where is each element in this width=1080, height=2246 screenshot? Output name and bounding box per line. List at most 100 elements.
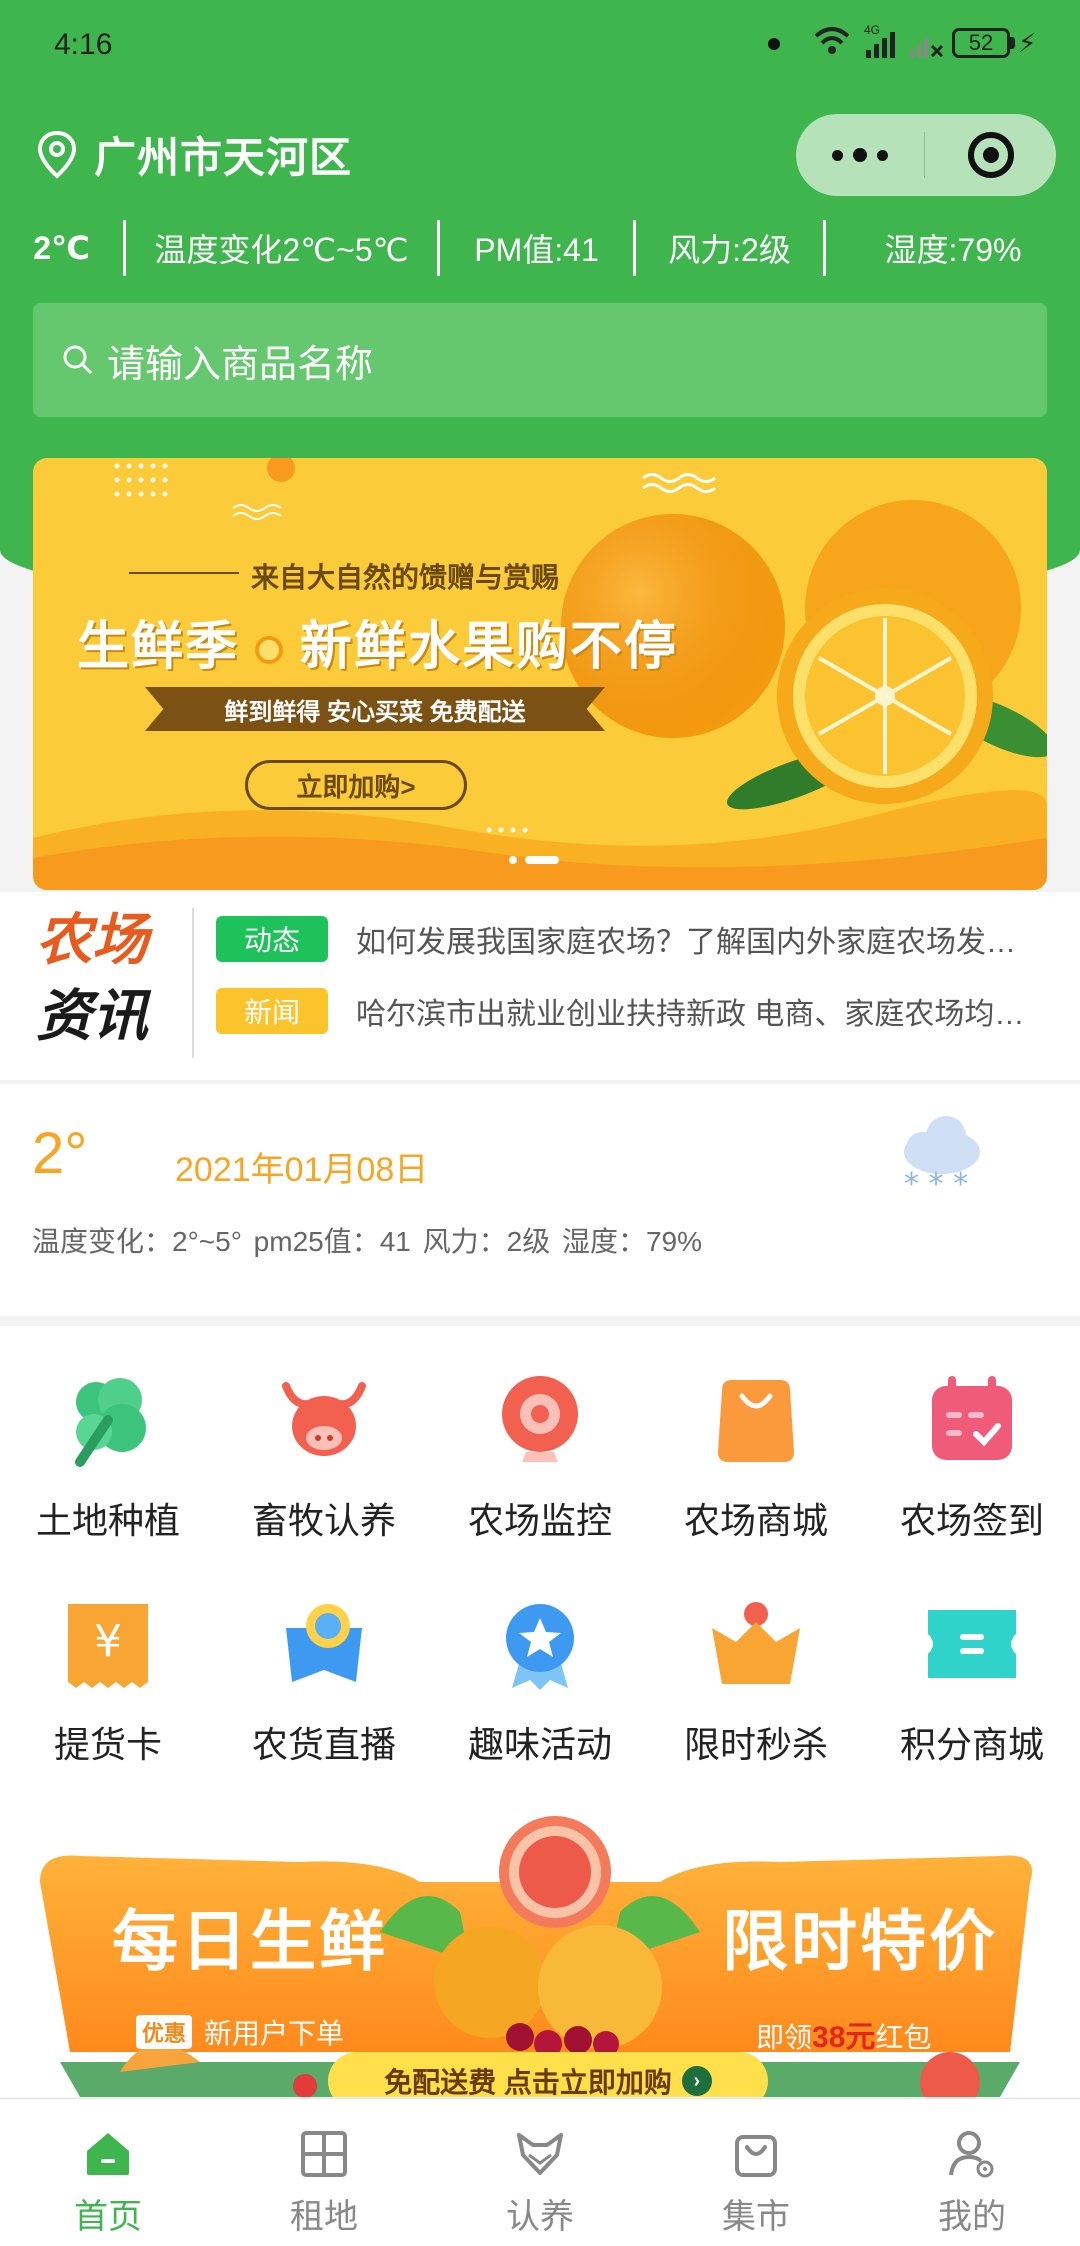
charging-icon: ⚡ — [1018, 28, 1037, 58]
tab-adopt[interactable]: 认养 — [432, 2099, 648, 2246]
daily-fresh-banner[interactable]: 每日生鲜 限时特价 优惠 新用户下单 即领38元红包 免配送费 点击立即加购 › — [0, 1812, 1080, 2097]
snow-cloud-icon: * * * — [904, 1116, 980, 1202]
feature-grid: 土地种植 畜牧认养 农场监控 农场商城 农场签到 ¥ 提货卡 农货直播 趣味活动… — [0, 1326, 1080, 1812]
news-item[interactable]: 新闻 哈尔滨市出就业创业扶持新政 电商、家庭农场均有补贴 — [216, 988, 1036, 1034]
feature-farm-monitor[interactable]: 农场监控 — [432, 1372, 648, 1544]
farm-news: 农场 资讯 动态 如何发展我国家庭农场？了解国内外家庭农场发展情况 新闻 哈尔滨… — [0, 892, 1080, 1080]
crown-icon — [712, 1602, 800, 1684]
ox-icon — [282, 1382, 366, 1456]
promo-right-sub-c: 红包 — [875, 2022, 932, 2053]
search-input[interactable]: 请输入商品名称 — [33, 303, 1047, 417]
camera-icon — [502, 1376, 578, 1462]
miniprogram-capsule — [796, 114, 1056, 196]
tab-home[interactable]: 首页 — [0, 2099, 216, 2246]
feature-label: 趣味活动 — [467, 1724, 612, 1765]
network-label: 4G — [864, 24, 880, 37]
weather-card-detail: 温度变化：2°~5° pm25值：41 风力：2级 湿度：79% — [32, 1226, 703, 1257]
status-bar: 4:16 4G 52 ⚡ — [0, 0, 1080, 90]
weather-strip: 2℃ 温度变化2℃~5℃ PM值:41 风力:2级 湿度:79% — [0, 212, 1080, 284]
tab-label: 首页 — [74, 2198, 142, 2236]
promo-amount: 38元 — [812, 2021, 876, 2054]
more-dots-icon — [832, 149, 843, 161]
tab-rent-land[interactable]: 租地 — [216, 2099, 432, 2246]
news-tag: 新闻 — [216, 988, 328, 1034]
feature-land-planting[interactable]: 土地种植 — [0, 1372, 216, 1544]
feature-farm-checkin[interactable]: 农场签到 — [864, 1372, 1080, 1544]
status-time: 4:16 — [54, 28, 113, 61]
svg-text:* * *: * * * — [904, 1167, 968, 1202]
promo-left-sub: 优惠 新用户下单 — [136, 2012, 344, 2052]
feature-label: 提货卡 — [53, 1724, 162, 1765]
promo-right-title: 限时特价 — [722, 1904, 998, 1978]
banner-buy-button[interactable]: 立即加购> — [245, 760, 467, 810]
search-placeholder: 请输入商品名称 — [107, 343, 374, 386]
feature-label: 农场监控 — [467, 1500, 612, 1541]
orange-icon — [255, 636, 284, 665]
tab-market[interactable]: 集市 — [648, 2099, 864, 2246]
promo-cta-button[interactable]: 免配送费 点击立即加购 › — [328, 2052, 768, 2097]
news-tag: 动态 — [216, 916, 328, 962]
fox-icon — [517, 2133, 563, 2175]
more-menu-button[interactable] — [796, 114, 924, 196]
promo-badge: 优惠 — [136, 2015, 193, 2049]
close-miniprogram-button[interactable] — [925, 130, 1056, 180]
signal-icon: 4G — [864, 24, 895, 58]
vegetable-icon — [75, 1378, 146, 1467]
banner-headline: 生鲜季 新鲜水果购不停 — [77, 604, 678, 679]
feature-live-stream[interactable]: 农货直播 — [216, 1596, 432, 1768]
feature-label: 限时秒杀 — [683, 1724, 828, 1765]
logo-line-2: 资讯 — [36, 984, 148, 1047]
feature-label: 农货直播 — [251, 1724, 396, 1765]
home-icon — [87, 2133, 129, 2175]
news-title: 如何发展我国家庭农场？了解国内外家庭农场发展情况 — [356, 926, 1036, 959]
weather-card-temp: 2° — [32, 1121, 88, 1186]
farm-news-logo: 农场 资讯 — [36, 902, 176, 1054]
feature-fun-activity[interactable]: 趣味活动 — [432, 1596, 648, 1768]
banner-headline-b: 新鲜水果购不停 — [299, 618, 678, 676]
logo-line-1: 农场 — [36, 908, 148, 971]
feature-label: 积分商城 — [899, 1724, 1044, 1765]
signal-2-icon — [910, 38, 944, 58]
yuan-card-icon: ¥ — [68, 1604, 148, 1688]
wifi-icon — [814, 27, 850, 54]
tab-mine[interactable]: 我的 — [864, 2099, 1080, 2246]
grid-icon — [301, 2131, 347, 2177]
star-badge-icon — [506, 1604, 574, 1690]
carousel-dot-active — [525, 856, 559, 864]
weather-range: 温度变化2℃~5℃ — [126, 220, 440, 276]
notification-dot-icon — [768, 38, 780, 50]
promo-right-sub-a: 即领 — [756, 2022, 813, 2053]
feature-label: 畜牧认养 — [251, 1500, 396, 1541]
weather-wind: 风力:2级 — [636, 220, 826, 276]
calendar-icon — [932, 1376, 1012, 1460]
carousel-indicator — [505, 856, 563, 864]
feature-label: 土地种植 — [35, 1500, 180, 1541]
tab-label: 集市 — [722, 2198, 790, 2236]
promo-banner[interactable]: 来自大自然的馈赠与赏赐 生鲜季 新鲜水果购不停 鲜到鲜得 安心买菜 免费配送 立… — [33, 458, 1047, 890]
promo-cta-text: 免配送费 点击立即加购 — [384, 2067, 672, 2097]
weather-card-date: 2021年01月08日 — [175, 1151, 429, 1189]
feature-livestock-adopt[interactable]: 畜牧认养 — [216, 1372, 432, 1544]
news-item[interactable]: 动态 如何发展我国家庭农场？了解国内外家庭农场发展情况 — [216, 916, 1036, 962]
weather-pm: PM值:41 — [440, 220, 636, 276]
shopping-bag-icon — [718, 1380, 794, 1462]
feature-pickup-card[interactable]: ¥ 提货卡 — [0, 1596, 216, 1768]
ticket-icon — [928, 1610, 1016, 1678]
feature-flash-sale[interactable]: 限时秒杀 — [648, 1596, 864, 1768]
banner-headline-a: 生鲜季 — [77, 618, 240, 676]
feature-farm-mall[interactable]: 农场商城 — [648, 1372, 864, 1544]
location-selector[interactable]: 广州市天河区 — [36, 124, 352, 185]
location-pin-icon — [37, 130, 77, 179]
weather-humidity: 湿度:79% — [884, 232, 1022, 268]
feature-label: 农场商城 — [683, 1500, 828, 1541]
tab-label: 租地 — [290, 2198, 358, 2236]
banner-ribbon: 鲜到鲜得 安心买菜 免费配送 — [145, 687, 605, 731]
battery-level: 52 — [952, 28, 1010, 58]
feature-points-mall[interactable]: 积分商城 — [864, 1596, 1080, 1768]
tab-label: 认养 — [506, 2198, 574, 2236]
promo-right-sub: 即领38元红包 — [756, 2012, 931, 2056]
user-icon — [949, 2131, 994, 2178]
promo-left-sub-text: 新用户下单 — [204, 2018, 345, 2049]
battery-icon — [1010, 37, 1015, 49]
weather-card: 2° 2021年01月08日 温度变化：2°~5° pm25值：41 风力：2级… — [0, 1084, 1080, 1316]
